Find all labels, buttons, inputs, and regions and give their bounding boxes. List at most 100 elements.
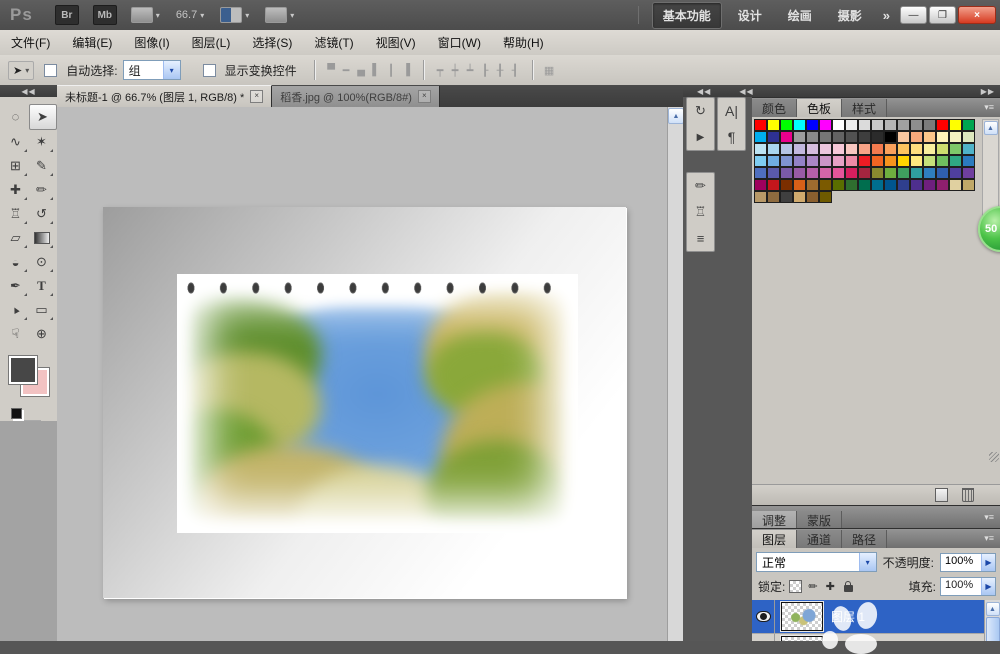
swatch[interactable] (923, 119, 936, 131)
workspace-photography-button[interactable]: 摄影 (828, 3, 872, 28)
swatch[interactable] (910, 167, 923, 179)
menu-view[interactable]: 视图(V) (365, 31, 427, 55)
swatch[interactable] (910, 155, 923, 167)
brushes-panel-icon[interactable]: ✏ (689, 173, 713, 199)
swatch[interactable] (780, 119, 793, 131)
swatch[interactable] (936, 155, 949, 167)
hand-tool[interactable]: ☟ (3, 322, 29, 346)
tab-layers[interactable]: 图层 (752, 530, 798, 548)
swatch[interactable] (806, 191, 819, 203)
swatch[interactable] (962, 131, 975, 143)
close-tab-icon[interactable]: × (250, 90, 264, 103)
screen-mode-button[interactable]: ▾ (265, 7, 294, 23)
align-top-icon[interactable]: ▀ (324, 64, 339, 76)
distribute-bottom-icon[interactable]: ┷ (463, 64, 478, 77)
swatch[interactable] (754, 155, 767, 167)
swatch[interactable] (962, 179, 975, 191)
dock-collapse-button[interactable]: ◀◀ (697, 87, 711, 96)
swatch[interactable] (832, 167, 845, 179)
swatch[interactable] (871, 131, 884, 143)
smudge-tool[interactable]: ◒ (3, 250, 29, 274)
swatch[interactable] (780, 179, 793, 191)
swatch[interactable] (884, 167, 897, 179)
swatch[interactable] (754, 167, 767, 179)
swatch[interactable] (819, 167, 832, 179)
menu-help[interactable]: 帮助(H) (492, 31, 555, 55)
swatch[interactable] (923, 143, 936, 155)
swatch[interactable] (910, 143, 923, 155)
zoom-level-control[interactable]: 66.7 ▾ (176, 9, 204, 21)
document-tab-untitled[interactable]: 未标题-1 @ 66.7% (图层 1, RGB/8) * × (57, 85, 273, 107)
layer-comps-panel-icon[interactable]: ≡ (689, 225, 713, 251)
swatch[interactable] (832, 119, 845, 131)
swatch[interactable] (806, 143, 819, 155)
swatch[interactable] (936, 143, 949, 155)
swatch[interactable] (871, 143, 884, 155)
swatch[interactable] (936, 167, 949, 179)
swatch[interactable] (793, 119, 806, 131)
blend-mode-dropdown[interactable]: 正常 ▾ (756, 552, 877, 572)
swatch[interactable] (767, 155, 780, 167)
auto-select-dropdown[interactable]: 组 ▾ (122, 60, 181, 80)
swatch[interactable] (858, 179, 871, 191)
healing-brush-tool[interactable]: ✚ (3, 178, 29, 202)
swatch[interactable] (845, 155, 858, 167)
eraser-tool[interactable]: ▱ (3, 226, 29, 250)
distribute-top-icon[interactable]: ┯ (433, 64, 448, 77)
layer-thumbnail[interactable] (780, 635, 824, 641)
swatch[interactable] (949, 131, 962, 143)
swatch[interactable] (858, 119, 871, 131)
panel-menu-icon[interactable]: ▾≡ (978, 512, 1000, 523)
actions-panel-icon[interactable]: ▶ (689, 124, 713, 150)
layer-row-1[interactable]: 图层 1 (752, 600, 985, 634)
lock-transparent-icon[interactable] (789, 580, 803, 593)
zoom-tool[interactable]: ⊕ (29, 322, 55, 346)
scroll-up-icon[interactable]: ▲ (985, 602, 1000, 616)
swatch[interactable] (845, 179, 858, 191)
swatch[interactable] (819, 143, 832, 155)
swatch[interactable] (845, 119, 858, 131)
distribute-right-icon[interactable]: ┨ (508, 64, 523, 77)
swatch[interactable] (949, 143, 962, 155)
magic-wand-tool[interactable]: ✶ (29, 130, 55, 154)
fill-field[interactable]: 100% ▶ (940, 577, 996, 596)
swatch[interactable] (936, 131, 949, 143)
swatch[interactable] (936, 119, 949, 131)
minibridge-launch-button[interactable]: Mb (92, 5, 117, 25)
tab-styles[interactable]: 样式 (842, 99, 888, 117)
swatch[interactable] (910, 179, 923, 191)
swatch[interactable] (780, 191, 793, 203)
swatch[interactable] (923, 167, 936, 179)
swatch[interactable] (793, 143, 806, 155)
swatch[interactable] (897, 119, 910, 131)
swatch[interactable] (806, 179, 819, 191)
scroll-up-icon[interactable]: ▲ (668, 108, 684, 124)
visibility-toggle[interactable] (752, 634, 775, 641)
swatch[interactable] (767, 143, 780, 155)
workspace-essentials-button[interactable]: 基本功能 (651, 1, 722, 29)
pen-tool[interactable]: ✒ (3, 274, 29, 298)
tab-adjustments[interactable]: 调整 (752, 511, 798, 529)
swatch[interactable] (962, 119, 975, 131)
swatch[interactable] (806, 155, 819, 167)
workspace-design-button[interactable]: 设计 (728, 3, 772, 28)
workspace-painting-button[interactable]: 绘画 (778, 3, 822, 28)
swatch[interactable] (767, 179, 780, 191)
bridge-launch-button[interactable]: Br (54, 5, 79, 25)
auto-align-layers-icon[interactable]: ▦ (542, 64, 557, 77)
swatch[interactable] (819, 179, 832, 191)
swatch[interactable] (884, 143, 897, 155)
restore-button[interactable]: ❐ (929, 6, 956, 24)
swatch[interactable] (923, 155, 936, 167)
crop-tool[interactable]: ⊞ (3, 154, 29, 178)
opacity-arrow-icon[interactable]: ▶ (981, 553, 995, 571)
lock-move-icon[interactable]: ✚ (826, 580, 835, 593)
swatch[interactable] (793, 179, 806, 191)
distribute-hcenter-icon[interactable]: ╂ (493, 64, 508, 77)
view-extras-button[interactable]: ▾ (220, 7, 249, 23)
align-vcenter-icon[interactable]: ━ (339, 64, 354, 77)
dock-collapse-button[interactable]: ◀◀ (739, 87, 753, 96)
lock-all-icon[interactable] (843, 581, 853, 592)
swatch[interactable] (910, 131, 923, 143)
tab-channels[interactable]: 通道 (797, 530, 843, 548)
